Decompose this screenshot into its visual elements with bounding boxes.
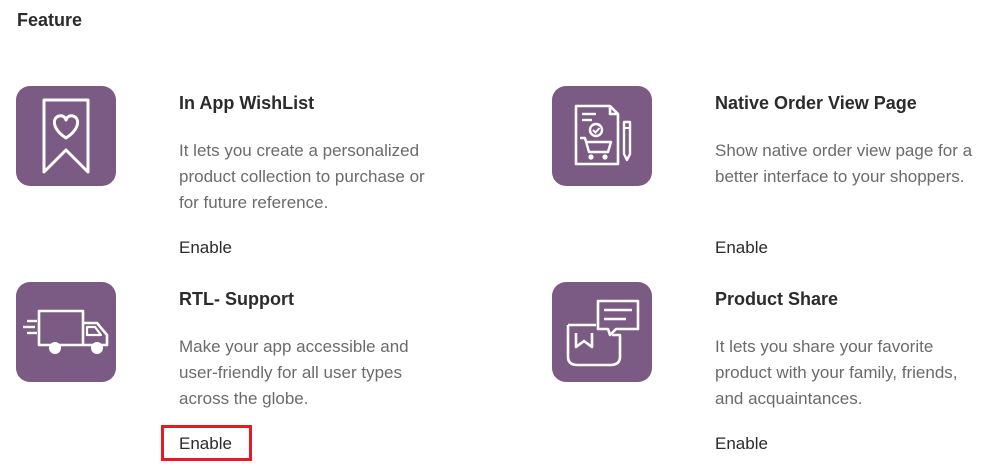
feature-description: Make your app accessible and user-friend… — [179, 337, 409, 408]
feature-title: Product Share — [715, 289, 839, 309]
wishlist-ribbon-heart-icon — [42, 98, 90, 174]
feature-card-rtl-support: RTL- Support Make your app accessible an… — [16, 282, 476, 472]
share-bag-message-icon — [566, 299, 640, 367]
feature-title: RTL- Support — [179, 289, 294, 309]
feature-icon-tile — [16, 86, 116, 186]
enable-button[interactable]: Enable — [715, 237, 768, 259]
delivery-truck-icon — [23, 309, 109, 354]
page-title: Feature — [17, 10, 83, 30]
feature-card-product-share: Product Share It lets you share your fav… — [552, 282, 998, 472]
feature-icon-tile — [552, 282, 652, 382]
feature-icon-tile — [552, 86, 652, 186]
feature-description: Show native order view page for a better… — [715, 141, 973, 186]
enable-button[interactable]: Enable — [179, 433, 232, 455]
feature-icon-tile — [16, 282, 116, 382]
order-document-cart-icon — [574, 104, 632, 166]
enable-button[interactable]: Enable — [179, 237, 232, 259]
enable-button[interactable]: Enable — [715, 433, 768, 455]
feature-card-wishlist: In App WishList It lets you create a per… — [16, 86, 476, 276]
feature-description: It lets you share your favorite product … — [715, 337, 958, 408]
feature-title: Native Order View Page — [715, 93, 917, 113]
feature-card-native-order: Native Order View Page Show native order… — [552, 86, 998, 276]
feature-description: It lets you create a personalized produc… — [179, 141, 425, 212]
feature-title: In App WishList — [179, 93, 315, 113]
